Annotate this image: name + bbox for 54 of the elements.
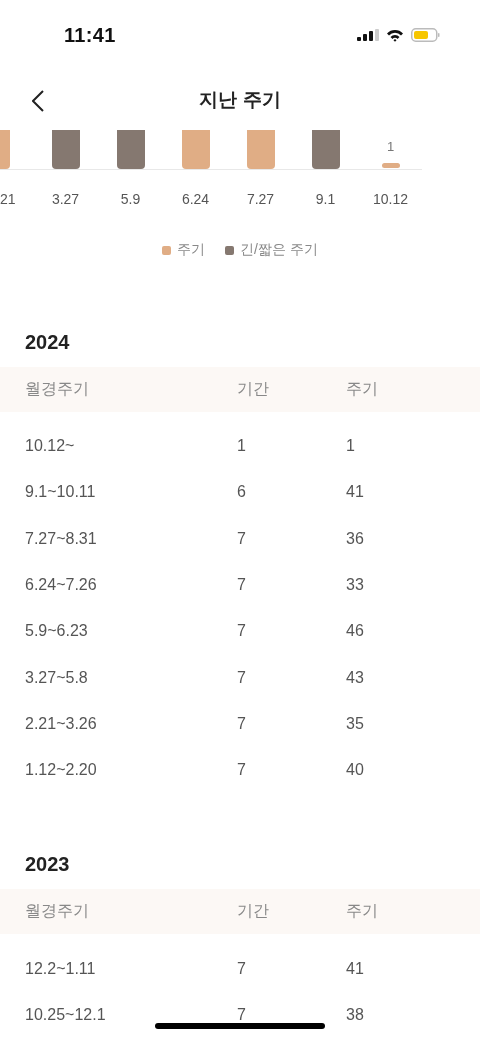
table-cell-text: 3.27~5.8 [25,668,89,687]
column-header: 월경주기 [25,379,90,399]
table-cell-text: 7 [237,959,247,978]
year-heading: 2023 [25,852,71,878]
axis-label: 6.24 [181,191,210,207]
table-cell-text: 6.24~7.26 [25,576,98,595]
axis-label: 10.12 [372,191,408,207]
legend-label: 주기 [177,241,206,259]
table-cell-text: 7 [237,622,247,641]
table-cell-text: 36 [346,529,365,548]
axis-label: 7.27 [246,191,275,207]
year-heading: 2024 [25,330,71,355]
column-header: 주기 [346,901,379,922]
axis-label: 9.1 [315,191,336,207]
axis-label: 5.9 [120,191,141,207]
table-cell-text: 7 [237,529,247,548]
table-cell-text: 10.12~ [25,437,76,456]
column-header: 기간 [237,379,270,399]
value-label: 1 [386,139,395,154]
table-cell-text: 38 [346,1005,365,1024]
chevron-left-icon [32,90,44,112]
table-cell-text: 7 [237,668,247,687]
battery-icon [411,28,440,42]
table-cell-text: 46 [346,622,365,641]
legend-label: 긴/짧은 주기 [240,241,318,259]
table-cell-text: 41 [346,959,365,978]
page-title: 지난 주기 [199,88,281,112]
column-header: 주기 [346,379,379,399]
signal-icon [357,29,379,41]
table-cell-text: 9.1~10.11 [25,483,97,502]
status-time: 11:41 [64,23,116,47]
column-header: 월경주기 [25,901,90,922]
table-cell-text: 7.27~8.31 [25,529,98,548]
table-cell-text: 1.12~2.20 [25,761,98,780]
column-header: 기간 [237,901,270,922]
table-cell-text: 43 [346,668,365,687]
table-cell-text: 7 [237,1005,247,1024]
table-cell-text: 5.9~6.23 [25,622,89,641]
table-cell-text: 7 [237,714,247,733]
table-cell-text: 10.25~12.1 [25,1005,107,1024]
table-cell-text: 2.21~3.26 [25,714,98,733]
table-cell-text: 6 [237,483,247,502]
table-cell-text: 35 [346,714,365,733]
table-cell-text: 7 [237,576,247,595]
table-cell-text: 1 [346,437,356,456]
table-cell-text: 12.2~1.11 [25,959,97,978]
table-cell-text: 7 [237,761,247,780]
wifi-icon [386,28,404,42]
table-cell-text: 1 [237,437,247,456]
axis-label: 21 [0,191,16,207]
table-cell-text: 41 [346,483,365,502]
table-cell-text: 33 [346,576,365,595]
table-cell-text: 40 [346,761,365,780]
axis-label: 3.27 [51,191,80,207]
